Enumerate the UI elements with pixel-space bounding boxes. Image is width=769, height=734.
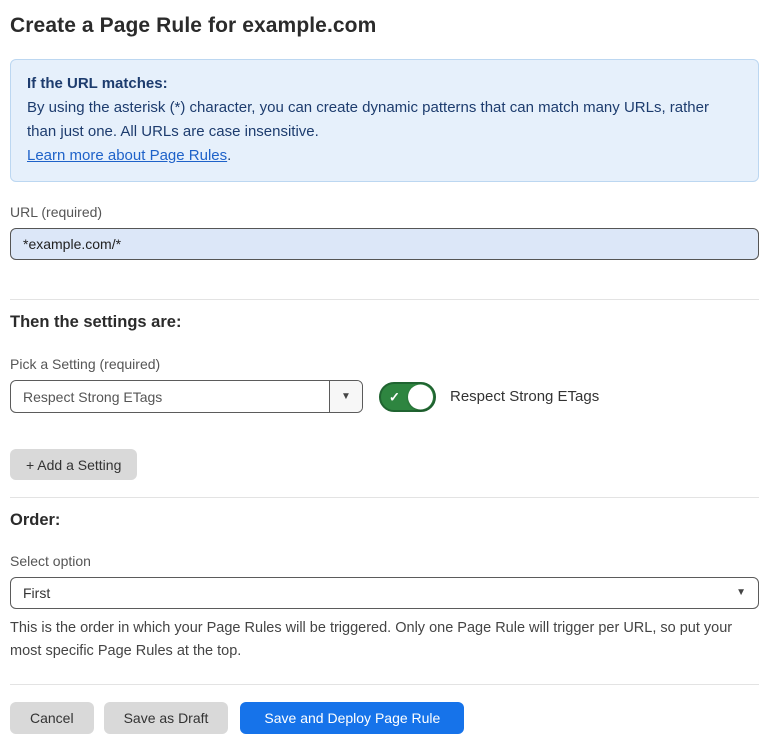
- setting-toggle[interactable]: ✓: [379, 382, 436, 412]
- info-box-body: By using the asterisk (*) character, you…: [27, 96, 742, 144]
- settings-section-heading: Then the settings are:: [10, 313, 759, 332]
- link-suffix: .: [227, 147, 231, 164]
- footer-actions: Cancel Save as Draft Save and Deploy Pag…: [10, 702, 759, 734]
- footer-divider: [10, 684, 759, 685]
- learn-more-link[interactable]: Learn more about Page Rules: [27, 147, 227, 164]
- setting-select-arrow-button[interactable]: ▼: [329, 381, 362, 412]
- order-select-label: Select option: [10, 553, 759, 569]
- order-select-value: First: [23, 585, 50, 601]
- toggle-label: Respect Strong ETags: [450, 388, 599, 405]
- setting-select[interactable]: Respect Strong ETags ▼: [10, 380, 363, 413]
- create-page-rule-form: Create a Page Rule for example.com If th…: [0, 0, 769, 734]
- section-divider: [10, 299, 759, 300]
- setting-row: Respect Strong ETags ▼ ✓ Respect Strong …: [10, 380, 759, 413]
- setting-select-value: Respect Strong ETags: [11, 381, 329, 412]
- info-box-heading: If the URL matches:: [27, 72, 742, 96]
- check-icon: ✓: [389, 390, 400, 403]
- pick-setting-label: Pick a Setting (required): [10, 356, 759, 372]
- cancel-button[interactable]: Cancel: [10, 702, 94, 734]
- save-and-deploy-button[interactable]: Save and Deploy Page Rule: [240, 702, 464, 734]
- order-help-text: This is the order in which your Page Rul…: [10, 617, 759, 663]
- toggle-knob: [408, 384, 433, 409]
- section-divider: [10, 497, 759, 498]
- save-as-draft-button[interactable]: Save as Draft: [104, 702, 229, 734]
- order-select[interactable]: First ▼: [10, 577, 759, 609]
- url-match-info-box: If the URL matches: By using the asteris…: [10, 59, 759, 182]
- chevron-down-icon: ▼: [341, 392, 351, 402]
- chevron-down-icon: ▼: [736, 588, 746, 598]
- add-setting-button[interactable]: + Add a Setting: [10, 449, 137, 480]
- order-section-heading: Order:: [10, 511, 759, 530]
- info-box-link-line: Learn more about Page Rules.: [27, 144, 742, 168]
- page-title: Create a Page Rule for example.com: [10, 14, 759, 38]
- url-field-label: URL (required): [10, 204, 759, 220]
- url-input[interactable]: [10, 228, 759, 260]
